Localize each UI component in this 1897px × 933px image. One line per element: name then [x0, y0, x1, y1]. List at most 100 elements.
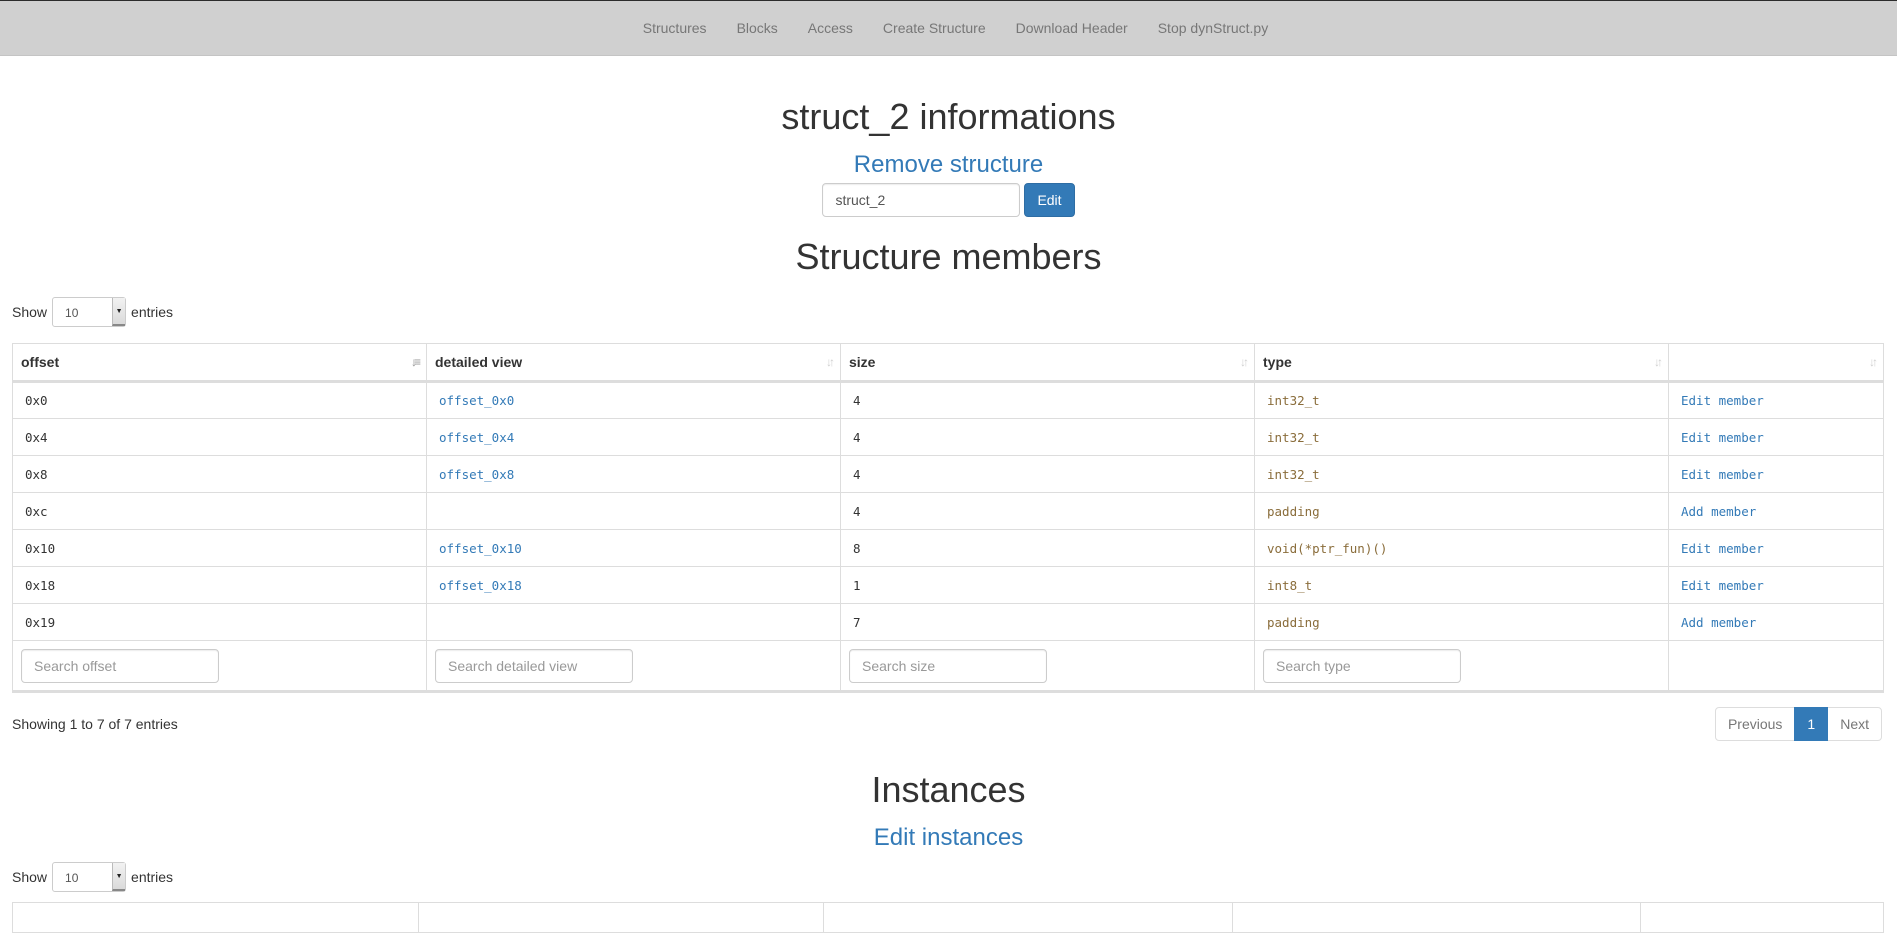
empty-search-cell [1668, 640, 1884, 693]
table-row: 0x4 offset_0x4 4 int32_t Edit member [12, 418, 1884, 456]
members-section-title: Structure members [795, 236, 1102, 277]
cell-size: 4 [840, 492, 1255, 530]
instances-column-header[interactable] [12, 902, 419, 933]
rename-form: Edit [0, 183, 1897, 217]
cell-action: Edit member [1668, 566, 1884, 604]
cell-type: int32_t [1254, 418, 1669, 456]
search-type-input[interactable] [1263, 648, 1461, 683]
nav-stop-dynstruct[interactable]: Stop dynStruct.py [1143, 1, 1284, 56]
cell-type: int32_t [1254, 381, 1669, 419]
edit-member-link[interactable]: Edit member [1681, 578, 1764, 593]
sort-ascending-icon: ↓≡ [410, 355, 421, 369]
add-member-link[interactable]: Add member [1681, 615, 1756, 630]
column-header-type[interactable]: type ↓↑ [1254, 343, 1669, 383]
pagination-next[interactable]: Next [1827, 707, 1882, 741]
cell-detail [426, 492, 841, 530]
sort-both-icon: ↓↑ [1654, 355, 1663, 369]
edit-member-link[interactable]: Edit member [1681, 393, 1764, 408]
search-offset-input[interactable] [21, 648, 219, 683]
show-label: Show [12, 304, 48, 320]
cell-detail: offset_0x10 [426, 529, 841, 567]
instances-section-title: Instances [871, 769, 1026, 810]
search-detailed-view-input[interactable] [435, 648, 633, 683]
cell-offset: 0x18 [12, 566, 427, 604]
nav-structures[interactable]: Structures [628, 1, 722, 56]
cell-action: Edit member [1668, 418, 1884, 456]
add-member-link[interactable]: Add member [1681, 504, 1756, 519]
cell-offset: 0x0 [12, 381, 427, 419]
search-row [12, 640, 1884, 693]
page-length-value: 10 [65, 871, 79, 885]
entries-label: entries [131, 869, 174, 885]
remove-structure-link[interactable]: Remove structure [0, 150, 1897, 180]
members-header-row: offset ↓≡ detailed view ↓↑ size ↓↑ type ↓↑ ↓… [12, 343, 1884, 383]
cell-size: 7 [840, 603, 1255, 641]
cell-size: 1 [840, 566, 1255, 604]
cell-action: Edit member [1668, 381, 1884, 419]
nav-create-structure[interactable]: Create Structure [868, 1, 1001, 56]
nav-access[interactable]: Access [793, 1, 868, 56]
cell-size: 4 [840, 381, 1255, 419]
detail-link[interactable]: offset_0x10 [439, 541, 522, 556]
members-table-footer: Showing 1 to 7 of 7 entries Previous 1 N… [12, 707, 1882, 741]
cell-size: 8 [840, 529, 1255, 567]
column-header-size[interactable]: size ↓↑ [840, 343, 1255, 383]
cell-action: Add member [1668, 603, 1884, 641]
members-table: offset ↓≡ detailed view ↓↑ size ↓↑ type ↓↑ ↓… [12, 343, 1884, 693]
detail-link[interactable]: offset_0x18 [439, 578, 522, 593]
instances-column-header[interactable] [823, 902, 1233, 933]
edit-member-link[interactable]: Edit member [1681, 430, 1764, 445]
cell-type: void(*ptr_fun)() [1254, 529, 1669, 567]
edit-name-button[interactable]: Edit [1024, 183, 1075, 217]
cell-action: Add member [1668, 492, 1884, 530]
members-page-length-select[interactable]: 10 ▼ [52, 297, 127, 327]
cell-type: padding [1254, 492, 1669, 530]
page-length-value: 10 [65, 306, 79, 320]
column-header-detailed-view[interactable]: detailed view ↓↑ [426, 343, 841, 383]
column-header-offset[interactable]: offset ↓≡ [12, 343, 427, 383]
pagination-previous[interactable]: Previous [1714, 707, 1796, 741]
table-row: 0x10 offset_0x10 8 void(*ptr_fun)() Edit… [12, 529, 1884, 567]
instances-length-control: Show 10 ▼ entries [0, 862, 1897, 892]
nav-menu: Structures Blocks Access Create Structur… [628, 1, 1283, 56]
sort-both-icon: ↓↑ [826, 355, 835, 369]
cell-offset: 0x10 [12, 529, 427, 567]
instances-column-header[interactable] [1232, 902, 1641, 933]
top-navbar: Structures Blocks Access Create Structur… [0, 1, 1897, 56]
cell-size: 4 [840, 418, 1255, 456]
edit-member-link[interactable]: Edit member [1681, 541, 1764, 556]
nav-download-header[interactable]: Download Header [1001, 1, 1143, 56]
sort-both-icon: ↓↑ [1869, 355, 1878, 369]
cell-detail: offset_0x18 [426, 566, 841, 604]
cell-offset: 0x8 [12, 455, 427, 493]
column-header-actions[interactable]: ↓↑ [1668, 343, 1884, 383]
cell-type: int32_t [1254, 455, 1669, 493]
edit-member-link[interactable]: Edit member [1681, 467, 1764, 482]
nav-blocks[interactable]: Blocks [722, 1, 793, 56]
search-size-input[interactable] [849, 648, 1047, 683]
show-label: Show [12, 869, 48, 885]
pagination-page-1[interactable]: 1 [1794, 707, 1829, 741]
entries-label: entries [131, 304, 174, 320]
table-row: 0xc 4 padding Add member [12, 492, 1884, 530]
pagination: Previous 1 Next [1714, 707, 1882, 741]
table-row: 0x18 offset_0x18 1 int8_t Edit member [12, 566, 1884, 604]
chevron-down-icon: ▼ [112, 298, 126, 326]
instances-column-header[interactable] [1640, 902, 1884, 933]
table-row: 0x0 offset_0x0 4 int32_t Edit member [12, 381, 1884, 419]
detail-link[interactable]: offset_0x4 [439, 430, 514, 445]
cell-offset: 0x19 [12, 603, 427, 641]
detail-link[interactable]: offset_0x0 [439, 393, 514, 408]
cell-detail [426, 603, 841, 641]
cell-type: padding [1254, 603, 1669, 641]
members-length-control: Show 10 ▼ entries [0, 297, 1897, 327]
cell-action: Edit member [1668, 529, 1884, 567]
instances-column-header[interactable] [418, 902, 824, 933]
structure-name-input[interactable] [822, 183, 1021, 217]
detail-link[interactable]: offset_0x8 [439, 467, 514, 482]
edit-instances-link[interactable]: Edit instances [0, 823, 1897, 853]
instances-page-length-select[interactable]: 10 ▼ [52, 862, 127, 892]
chevron-down-icon: ▼ [112, 863, 126, 891]
sort-both-icon: ↓↑ [1240, 355, 1249, 369]
page-title: struct_2 informations [781, 96, 1116, 137]
